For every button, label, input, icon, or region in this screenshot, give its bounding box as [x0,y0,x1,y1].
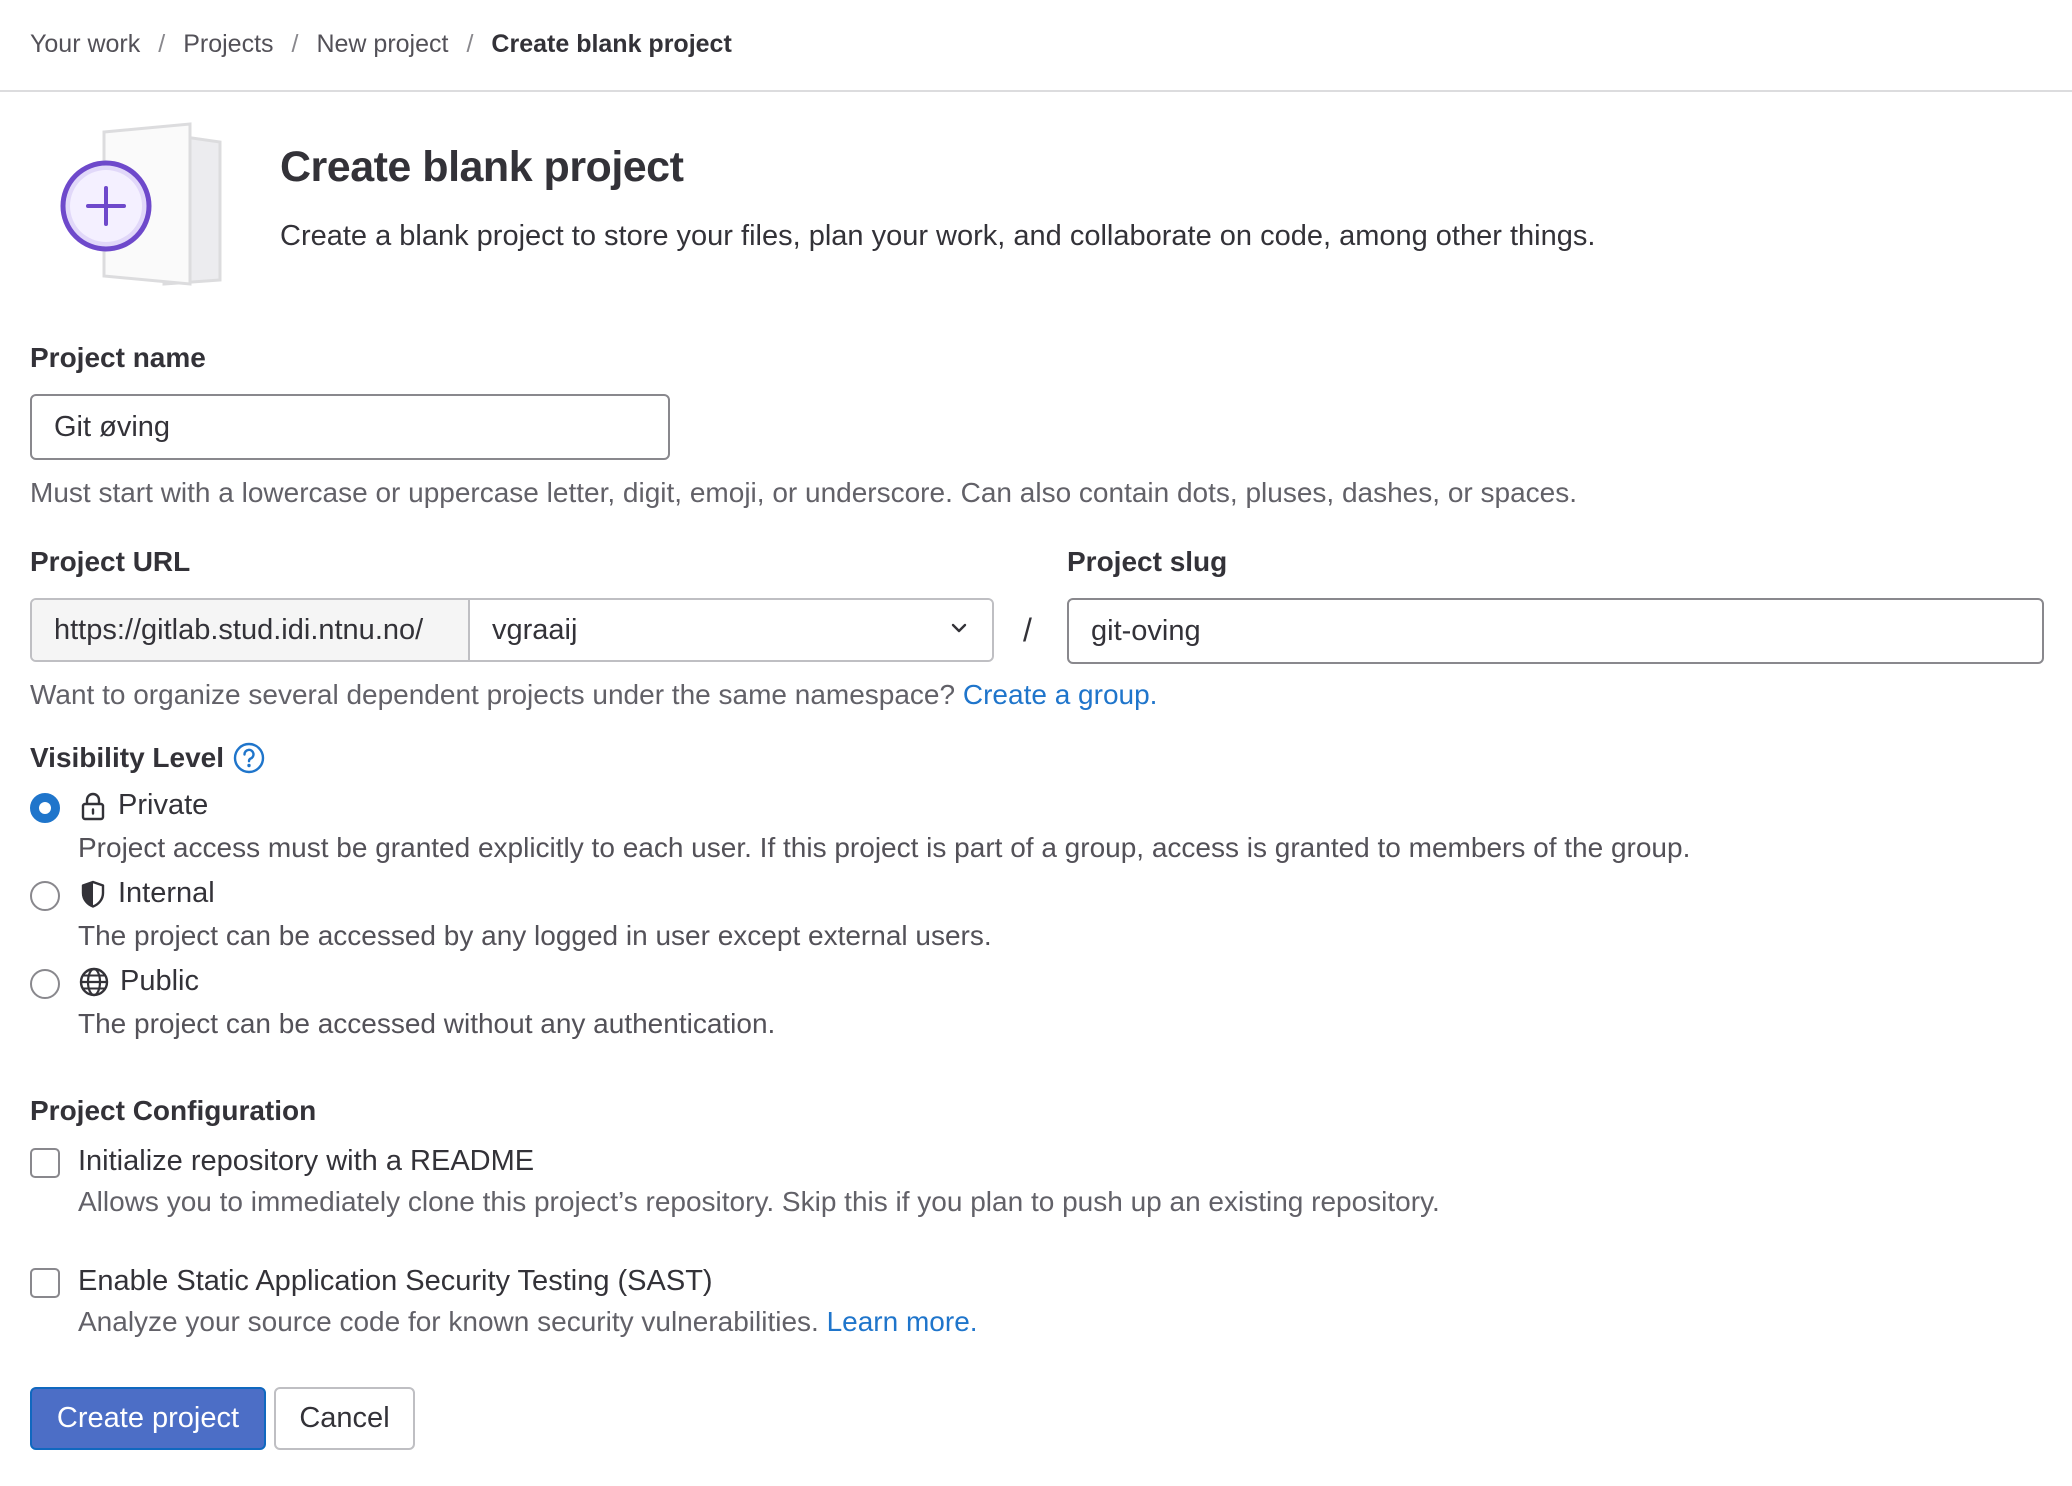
namespace-value: vgraaij [492,613,578,646]
readme-description: Allows you to immediately clone this pro… [78,1186,1440,1217]
page-title: Create blank project [280,143,684,191]
create-group-help: Want to organize several dependent proje… [30,679,1157,711]
project-configuration-label: Project Configuration [30,1095,317,1126]
breadcrumb: Your work / Projects / New project / Cre… [30,24,732,64]
visibility-private-option[interactable]: Private [78,789,208,822]
visibility-public-label: Public [120,965,199,997]
breadcrumb-new-project[interactable]: New project [316,30,448,59]
chevron-down-icon [948,614,970,647]
visibility-label-row: Visibility Level [30,741,266,775]
question-circle-icon[interactable] [232,741,266,775]
cancel-button[interactable]: Cancel [274,1387,415,1450]
project-url-prefix: https://gitlab.stud.idi.ntnu.no/ [32,600,470,660]
project-url-label: Project URL [30,546,191,577]
visibility-private-description: Project access must be granted explicitl… [78,832,1691,863]
visibility-internal-description: The project can be accessed by any logge… [78,920,992,951]
shield-icon [78,879,118,909]
breadcrumb-separator: / [158,29,166,58]
visibility-label: Visibility Level [30,742,225,773]
breadcrumb-your-work[interactable]: Your work [30,30,140,59]
readme-checkbox-label[interactable]: Initialize repository with a README [78,1145,534,1178]
create-group-help-text: Want to organize several dependent proje… [30,679,956,710]
visibility-private-radio[interactable] [30,793,60,823]
url-slug-separator: / [1023,612,1032,648]
page-subtitle: Create a blank project to store your fil… [280,220,1596,252]
project-url-group: https://gitlab.stud.idi.ntnu.no/ vgraaij [30,598,994,662]
visibility-public-description: The project can be accessed without any … [78,1008,776,1039]
globe-icon [78,966,120,998]
create-group-link[interactable]: Create a group. [963,679,1158,710]
readme-checkbox[interactable] [30,1148,60,1178]
sast-checkbox-label[interactable]: Enable Static Application Security Testi… [78,1265,713,1298]
project-slug-input[interactable]: git-oving [1067,598,2044,664]
namespace-select[interactable]: vgraaij [470,600,992,660]
lock-icon [78,791,118,821]
header-divider [0,90,2072,92]
sast-learn-more-link[interactable]: Learn more. [827,1306,978,1337]
visibility-public-option[interactable]: Public [78,965,199,998]
visibility-public-radio[interactable] [30,969,60,999]
visibility-internal-label: Internal [118,877,215,909]
project-slug-label: Project slug [1067,546,1228,577]
visibility-private-label: Private [118,789,209,821]
create-project-button[interactable]: Create project [30,1387,266,1450]
sast-description: Analyze your source code for known secur… [78,1306,978,1338]
visibility-internal-option[interactable]: Internal [78,877,215,910]
breadcrumb-separator: / [291,29,299,58]
sast-description-text: Analyze your source code for known secur… [78,1306,819,1337]
breadcrumb-projects[interactable]: Projects [183,30,273,59]
project-name-input[interactable]: Git øving [30,394,670,460]
sast-checkbox[interactable] [30,1268,60,1298]
breadcrumb-current: Create blank project [491,29,732,58]
project-name-help: Must start with a lowercase or uppercase… [30,477,1577,508]
breadcrumb-separator: / [466,29,474,58]
project-name-label: Project name [30,342,206,373]
visibility-internal-radio[interactable] [30,881,60,911]
blank-project-illustration [56,122,236,292]
